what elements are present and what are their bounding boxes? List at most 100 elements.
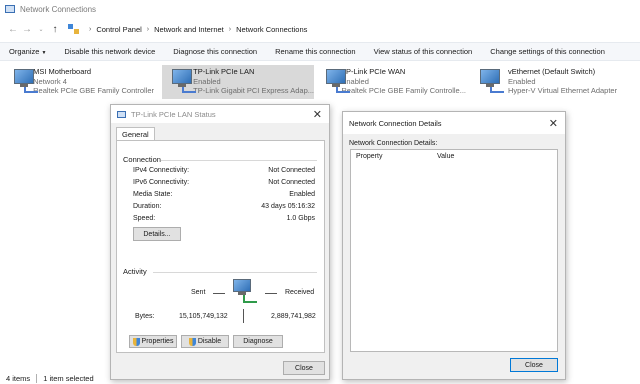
shield-icon [188, 337, 196, 346]
status-bar: 4 items 1 item selected [0, 372, 640, 384]
details-close-button[interactable]: Close [510, 358, 558, 372]
adapter-device: Realtek PCIe GBE Family Controller [33, 86, 154, 95]
breadcrumb[interactable]: › Control Panel › Network and Internet ›… [68, 21, 307, 37]
adapter-status: Enabled [341, 76, 369, 86]
ipv6-value: Not Connected [268, 179, 315, 186]
ipv6-label: IPv6 Connectivity: [133, 179, 190, 186]
adapter-tp-link-pcie-wan[interactable]: TP-Link PCIe WAN Enabled Realtek PCIe GB… [316, 65, 466, 99]
network-connections-icon [5, 5, 15, 13]
adapter-name: MSI Motherboard [33, 67, 92, 76]
media-state-value: Enabled [289, 191, 315, 198]
network-adapter-icon [324, 67, 350, 95]
received-label: Received [285, 289, 315, 296]
adapter-name: TP-Link PCIe WAN [341, 67, 406, 76]
bytes-label: Bytes: [135, 313, 155, 320]
tab-row: General [116, 127, 155, 141]
diagnose-button[interactable]: Diagnose [233, 335, 283, 348]
details-dialog-title: Network Connection Details [349, 118, 442, 128]
column-header-value[interactable]: Value [437, 153, 454, 160]
control-panel-icon [68, 24, 80, 34]
status-dialog-title: TP-Link PCIe LAN Status [131, 109, 216, 119]
adapter-name: vEthernet (Default Switch) [508, 67, 596, 76]
breadcrumb-control-panel[interactable]: Control Panel [96, 25, 141, 34]
disable-button[interactable]: Disable [181, 335, 229, 348]
speed-label: Speed: [133, 215, 156, 222]
chevron-right-icon[interactable]: › [147, 26, 149, 33]
adapter-name: TP-Link PCIe LAN [193, 67, 255, 76]
speed-value: 1.0 Gbps [286, 215, 315, 222]
change-settings-button[interactable]: Change settings of this connection [481, 47, 614, 56]
chevron-right-icon[interactable]: › [89, 26, 91, 33]
divider [153, 272, 317, 273]
disable-device-button[interactable]: Disable this network device [55, 47, 164, 56]
organize-label: Organize [9, 47, 40, 56]
tab-general[interactable]: General [116, 127, 155, 141]
media-state-row: Media State: Enabled [133, 191, 315, 198]
selection-count: 1 item selected [43, 373, 94, 383]
forward-arrow-icon[interactable]: → [20, 24, 34, 35]
breadcrumb-network-and-internet[interactable]: Network and Internet [154, 25, 224, 34]
divider [36, 373, 38, 383]
ipv6-row: IPv6 Connectivity: Not Connected [133, 179, 315, 186]
ipv4-label: IPv4 Connectivity: [133, 167, 190, 174]
activity-network-icon [231, 279, 261, 305]
bytes-received-value: 2,889,741,982 [271, 313, 316, 320]
address-bar: ← → ⌄ ↑ › Control Panel › Network and In… [0, 20, 640, 38]
network-adapter-icon [117, 110, 126, 118]
speed-row: Speed: 1.0 Gbps [133, 215, 315, 222]
details-list[interactable]: Property Value [350, 149, 558, 352]
ipv4-row: IPv4 Connectivity: Not Connected [133, 167, 315, 174]
sent-line [213, 293, 225, 294]
status-dialog: TP-Link PCIe LAN Status ✕ General Connec… [110, 104, 330, 380]
sent-label: Sent [191, 289, 206, 296]
up-arrow-icon[interactable]: ↑ [48, 24, 62, 35]
details-button[interactable]: Details... [133, 227, 181, 241]
breadcrumb-network-connections[interactable]: Network Connections [236, 25, 307, 34]
chevron-down-icon: ▼ [41, 50, 47, 56]
window-title: Network Connections [20, 4, 97, 14]
received-line [265, 293, 277, 294]
adapter-vethernet-default-switch[interactable]: vEthernet (Default Switch) Enabled Hyper… [470, 65, 636, 99]
activity-group-label: Activity [123, 267, 147, 276]
shield-icon [132, 337, 140, 346]
network-adapter-icon [478, 67, 504, 95]
view-status-button[interactable]: View status of this connection [365, 47, 482, 56]
rename-connection-button[interactable]: Rename this connection [266, 47, 364, 56]
media-state-label: Media State: [133, 191, 173, 198]
diagnose-connection-button[interactable]: Diagnose this connection [164, 47, 266, 56]
duration-row: Duration: 43 days 05:16:32 [133, 203, 315, 210]
general-tab-panel: Connection IPv4 Connectivity: Not Connec… [116, 140, 325, 353]
adapter-device: Realtek PCIe GBE Family Controlle... [341, 86, 466, 95]
close-icon[interactable]: ✕ [549, 117, 558, 130]
network-adapter-icon [170, 67, 196, 95]
organize-menu[interactable]: Organize ▼ [0, 47, 55, 56]
disable-label: Disable [197, 338, 222, 345]
details-dialog-titlebar[interactable]: Network Connection Details ✕ [343, 112, 565, 134]
status-dialog-titlebar[interactable]: TP-Link PCIe LAN Status ✕ [111, 105, 329, 123]
details-section-label: Network Connection Details: [349, 140, 438, 147]
adapter-status: Enabled [193, 76, 221, 86]
command-toolbar: Organize ▼ Disable this network device Di… [0, 42, 640, 61]
adapter-status: Enabled [508, 76, 536, 86]
column-header-property[interactable]: Property [356, 153, 382, 160]
bytes-sent-value: 15,105,749,132 [179, 313, 228, 320]
adapter-status: Network 4 [33, 76, 67, 86]
back-arrow-icon[interactable]: ← [6, 24, 20, 35]
window-titlebar: Network Connections [0, 0, 640, 18]
network-adapter-icon [12, 67, 38, 95]
adapter-tp-link-pcie-lan[interactable]: TP-Link PCIe LAN Enabled TP-Link Gigabit… [162, 65, 314, 99]
properties-button[interactable]: Properties [129, 335, 177, 348]
recent-dropdown-icon[interactable]: ⌄ [34, 26, 48, 33]
chevron-right-icon[interactable]: › [229, 26, 231, 33]
connection-group-label: Connection [123, 155, 161, 164]
close-icon[interactable]: ✕ [313, 108, 322, 121]
divider [161, 160, 317, 161]
duration-label: Duration: [133, 203, 162, 210]
item-count: 4 items [6, 373, 31, 383]
adapter-device: TP-Link Gigabit PCI Express Adap... [193, 86, 314, 95]
details-dialog: Network Connection Details ✕ Network Con… [342, 111, 566, 380]
properties-label: Properties [141, 338, 174, 345]
adapter-msi-motherboard[interactable]: MSI Motherboard Network 4 Realtek PCIe G… [4, 65, 154, 99]
duration-value: 43 days 05:16:32 [261, 203, 315, 210]
bytes-divider [243, 309, 244, 323]
